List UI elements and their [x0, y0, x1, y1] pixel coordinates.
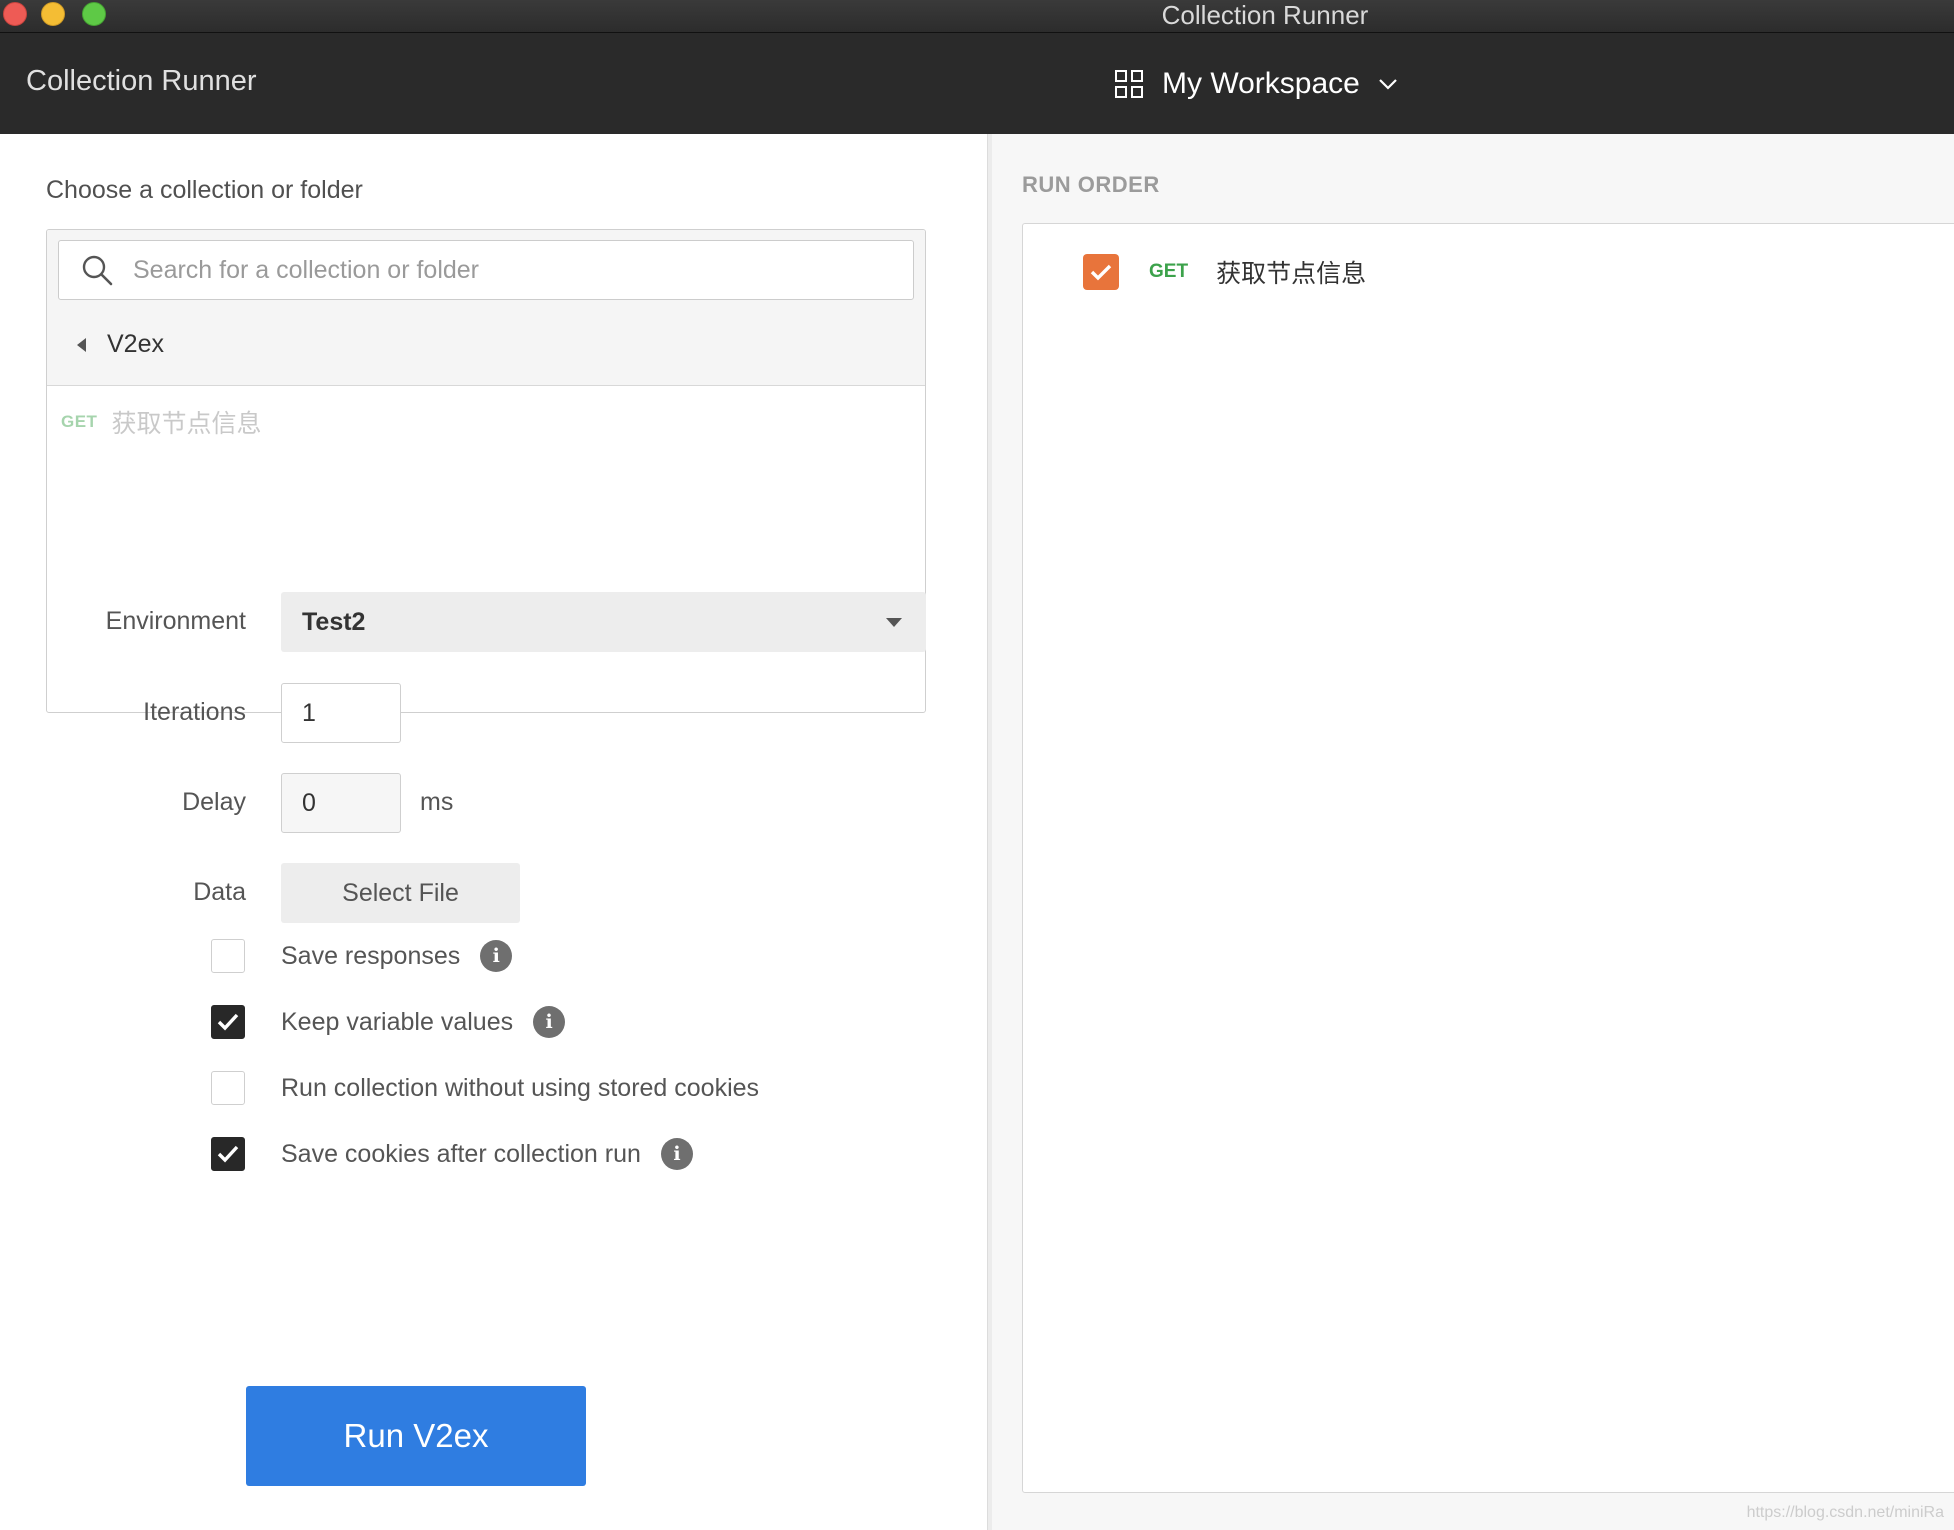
- choose-collection-label: Choose a collection or folder: [46, 176, 363, 204]
- request-name: 获取节点信息: [1216, 260, 1367, 288]
- environment-value: Test2: [302, 607, 366, 636]
- option-label: Save responses: [281, 941, 461, 970]
- list-item[interactable]: GET 获取节点信息: [61, 404, 261, 440]
- list-item[interactable]: GET 获取节点信息: [1083, 254, 1366, 290]
- iterations-label: Iterations: [143, 698, 246, 726]
- search-icon: [82, 255, 113, 286]
- caret-left-icon: [77, 337, 86, 352]
- window-title: Collection Runner: [1161, 0, 1369, 30]
- watermark: https://blog.csdn.net/miniRa: [1746, 1504, 1944, 1521]
- grid-icon: [1115, 70, 1143, 98]
- save-responses-checkbox[interactable]: [211, 939, 245, 973]
- checkmark-icon: [217, 1145, 239, 1163]
- info-icon[interactable]: i: [533, 1006, 566, 1038]
- option-keep-variable-values: Keep variable values i: [211, 1005, 566, 1039]
- collection-name: V2ex: [107, 330, 164, 358]
- delay-label: Delay: [182, 788, 246, 816]
- chevron-down-icon: [1379, 79, 1397, 90]
- run-order-heading: RUN ORDER: [1022, 172, 1160, 197]
- run-order-pane: RUN ORDER GET 获取节点信息: [992, 134, 1954, 1530]
- option-label: Keep variable values: [281, 1007, 514, 1036]
- request-name: 获取节点信息: [111, 410, 262, 438]
- search-input[interactable]: [133, 255, 893, 285]
- iterations-input[interactable]: [281, 683, 401, 743]
- maximize-window-button[interactable]: [82, 2, 106, 26]
- option-label: Run collection without using stored cook…: [281, 1073, 760, 1102]
- save-cookies-checkbox[interactable]: [211, 1137, 245, 1171]
- collection-back-button[interactable]: V2ex: [77, 330, 164, 359]
- minimize-window-button[interactable]: [41, 2, 65, 26]
- search-field[interactable]: [58, 240, 914, 300]
- close-window-button[interactable]: [3, 2, 27, 26]
- option-run-without-cookies: Run collection without using stored cook…: [211, 1071, 759, 1105]
- request-method: GET: [61, 412, 98, 431]
- option-save-responses: Save responses i: [211, 939, 513, 973]
- environment-select[interactable]: Test2: [281, 592, 926, 652]
- environment-label: Environment: [105, 607, 246, 635]
- data-label: Data: [193, 878, 246, 906]
- run-order-list: GET 获取节点信息: [1022, 223, 1954, 1493]
- caret-down-icon: [886, 618, 902, 627]
- select-file-button[interactable]: Select File: [281, 863, 520, 923]
- option-save-cookies: Save cookies after collection run i: [211, 1137, 693, 1171]
- app-title: Collection Runner: [26, 65, 257, 97]
- app-header: Collection Runner My Workspace: [0, 33, 1954, 134]
- delay-input[interactable]: [281, 773, 401, 833]
- info-icon[interactable]: i: [480, 940, 513, 972]
- keep-variable-values-checkbox[interactable]: [211, 1005, 245, 1039]
- workspace-switcher[interactable]: My Workspace: [1114, 67, 1398, 101]
- workspace-name: My Workspace: [1162, 67, 1360, 100]
- window-titlebar: Collection Runner: [0, 0, 1954, 33]
- checkmark-icon: [217, 1013, 239, 1031]
- info-icon[interactable]: i: [660, 1138, 693, 1170]
- option-label: Save cookies after collection run: [281, 1139, 641, 1168]
- run-without-cookies-checkbox[interactable]: [211, 1071, 245, 1105]
- run-collection-button[interactable]: Run V2ex: [246, 1386, 586, 1486]
- delay-unit: ms: [420, 788, 454, 816]
- checkmark-icon: [1090, 264, 1112, 281]
- runner-config-pane: Choose a collection or folder V2ex GET 获…: [0, 134, 988, 1530]
- run-order-item-checkbox[interactable]: [1083, 254, 1119, 290]
- collection-picker-header: V2ex: [47, 230, 925, 386]
- request-method: GET: [1149, 261, 1189, 282]
